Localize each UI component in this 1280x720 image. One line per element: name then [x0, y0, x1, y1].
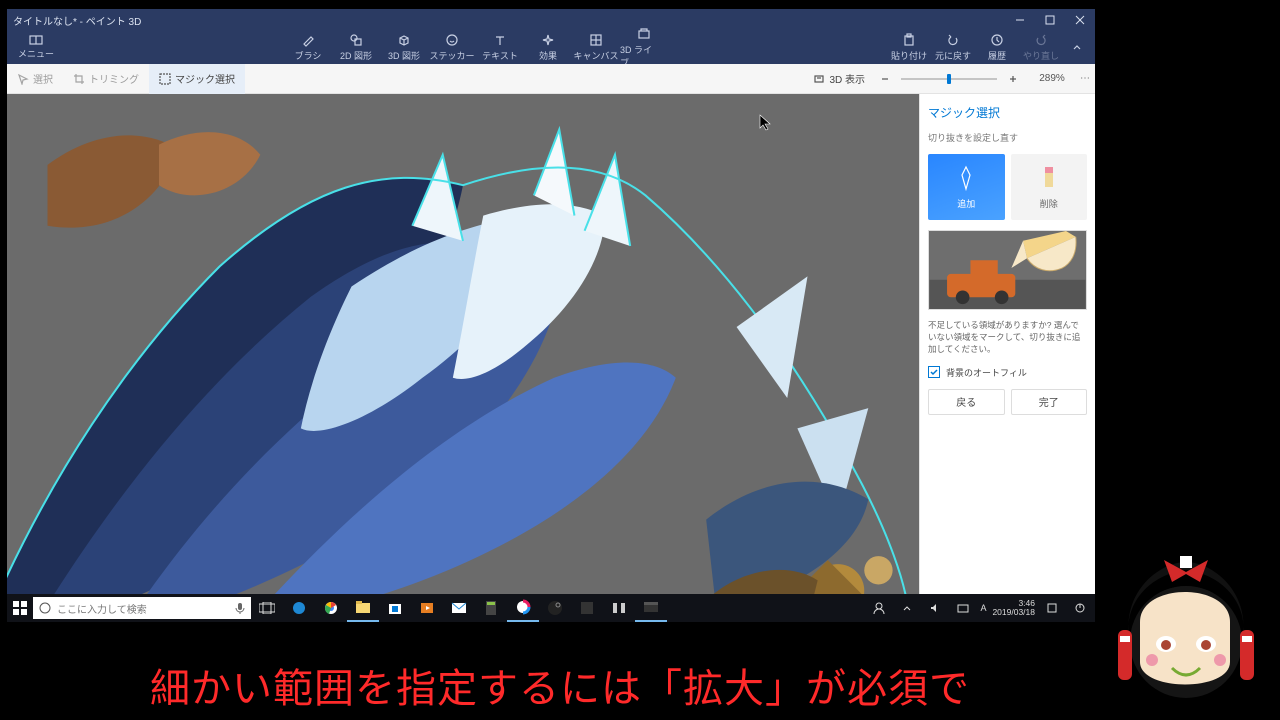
- video-subtitle: 細かい範囲を指定するには「拡大」が必須で: [14, 656, 1106, 714]
- tool-2d[interactable]: 2D 図形: [332, 33, 380, 62]
- cursor-icon: [759, 114, 773, 132]
- main-area: マジック選択 切り抜きを設定し直す 追加 削除: [7, 94, 1095, 594]
- task-paint3d[interactable]: [507, 594, 539, 622]
- redo-icon: [1034, 33, 1048, 47]
- tray-people[interactable]: [868, 594, 890, 622]
- close-button[interactable]: [1065, 9, 1095, 31]
- task-app2[interactable]: [603, 594, 635, 622]
- add-tile[interactable]: 追加: [928, 154, 1005, 220]
- sub-toolbar: 選択 トリミング マジック選択 3D 表示 289% ⋯: [7, 64, 1095, 94]
- tray-ime[interactable]: A: [980, 603, 986, 613]
- brush-icon: [301, 33, 315, 47]
- cortana-icon: [39, 602, 51, 614]
- tool-canvas[interactable]: キャンバス: [572, 33, 620, 62]
- menu-label: メニュー: [18, 47, 54, 60]
- task-app1[interactable]: [571, 594, 603, 622]
- sticker-icon: [445, 33, 459, 47]
- maximize-button[interactable]: [1035, 9, 1065, 31]
- commentary-character: [1100, 542, 1272, 714]
- tool-text[interactable]: テキスト: [476, 33, 524, 62]
- zoom-control: 289%: [875, 69, 1075, 89]
- system-tray: A 3:46 2019/03/18: [868, 594, 1095, 622]
- undo-icon: [946, 33, 960, 47]
- tool-effects[interactable]: 効果: [524, 33, 572, 62]
- lib3d-icon: [637, 27, 651, 41]
- tray-volume[interactable]: [924, 594, 946, 622]
- ribbon: メニュー ブラシ 2D 図形 3D 図形 ステッカー テキスト 効果 キャンバス…: [7, 31, 1095, 64]
- task-chrome[interactable]: [315, 594, 347, 622]
- task-mail[interactable]: [443, 594, 475, 622]
- taskbar: ここに入力して検索 A 3:46 2019/03/18: [7, 594, 1095, 622]
- task-store[interactable]: [379, 594, 411, 622]
- magic-select-icon: [159, 73, 171, 85]
- tool-history[interactable]: 履歴: [975, 33, 1019, 62]
- history-icon: [990, 33, 1004, 47]
- canvas-area[interactable]: [7, 94, 919, 594]
- search-box[interactable]: ここに入力して検索: [33, 597, 251, 619]
- tool-paste[interactable]: 貼り付け: [887, 33, 931, 62]
- tool-undo[interactable]: 元に戻す: [931, 33, 975, 62]
- paste-icon: [902, 33, 916, 47]
- select-icon: [17, 73, 29, 85]
- back-button[interactable]: 戻る: [928, 389, 1005, 415]
- panel-title: マジック選択: [928, 104, 1087, 121]
- zoom-slider[interactable]: [901, 78, 997, 80]
- task-explorer[interactable]: [347, 594, 379, 622]
- select-tool[interactable]: 選択: [7, 64, 63, 94]
- autofill-checkbox[interactable]: 背景のオートフィル: [928, 366, 1087, 379]
- panel-help-text: 不足している領域がありますか? 選んでいない領域をマークして、切り抜きに追加して…: [928, 320, 1087, 356]
- window-title: タイトルなし* - ペイント 3D: [7, 13, 1005, 28]
- shapes2d-icon: [349, 33, 363, 47]
- task-calc[interactable]: [475, 594, 507, 622]
- task-steam[interactable]: [539, 594, 571, 622]
- taskview-button[interactable]: [251, 594, 283, 622]
- crop-icon: [73, 73, 85, 85]
- shapes3d-icon: [397, 33, 411, 47]
- tool-3d[interactable]: 3D 図形: [380, 33, 428, 62]
- eraser-icon: [1042, 165, 1056, 191]
- effects-icon: [541, 33, 555, 47]
- tool-stickers[interactable]: ステッカー: [428, 33, 476, 62]
- tray-power[interactable]: [1069, 594, 1091, 622]
- windows-icon: [13, 601, 27, 615]
- zoom-percent: 289%: [1029, 73, 1075, 84]
- menu-button[interactable]: メニュー: [7, 35, 65, 60]
- task-app3[interactable]: [635, 594, 667, 622]
- text-icon: [493, 33, 507, 47]
- canvas-icon: [589, 33, 603, 47]
- panel-subtitle: 切り抜きを設定し直す: [928, 131, 1087, 144]
- titlebar: タイトルなし* - ペイント 3D: [7, 9, 1095, 31]
- done-button[interactable]: 完了: [1011, 389, 1088, 415]
- trim-tool[interactable]: トリミング: [63, 64, 149, 94]
- view3d-button[interactable]: 3D 表示: [803, 64, 875, 94]
- zoom-out-button[interactable]: [875, 69, 895, 89]
- more-button[interactable]: ⋯: [1075, 73, 1095, 84]
- tray-up[interactable]: [896, 594, 918, 622]
- tool-redo: やり直し: [1019, 33, 1063, 62]
- view3d-icon: [813, 73, 825, 85]
- canvas-artwork: [7, 94, 919, 594]
- side-panel: マジック選択 切り抜きを設定し直す 追加 削除: [919, 94, 1095, 594]
- paint3d-window: タイトルなし* - ペイント 3D メニュー ブラシ 2D 図形 3D 図形 ス…: [7, 9, 1095, 594]
- expand-ribbon-button[interactable]: [1063, 34, 1091, 62]
- magic-select-tool[interactable]: マジック選択: [149, 64, 245, 94]
- add-pencil-icon: [956, 165, 976, 191]
- task-edge[interactable]: [283, 594, 315, 622]
- task-media[interactable]: [411, 594, 443, 622]
- panel-illustration: [928, 230, 1087, 310]
- minimize-button[interactable]: [1005, 9, 1035, 31]
- tool-3dlib[interactable]: 3D ライブ...: [620, 27, 668, 69]
- remove-tile[interactable]: 削除: [1011, 154, 1088, 220]
- tray-network[interactable]: [952, 594, 974, 622]
- mic-icon: [235, 602, 245, 614]
- start-button[interactable]: [7, 594, 33, 622]
- zoom-in-button[interactable]: [1003, 69, 1023, 89]
- tray-clock[interactable]: 3:46 2019/03/18: [992, 599, 1035, 617]
- tool-brush[interactable]: ブラシ: [284, 33, 332, 62]
- tray-notif[interactable]: [1041, 594, 1063, 622]
